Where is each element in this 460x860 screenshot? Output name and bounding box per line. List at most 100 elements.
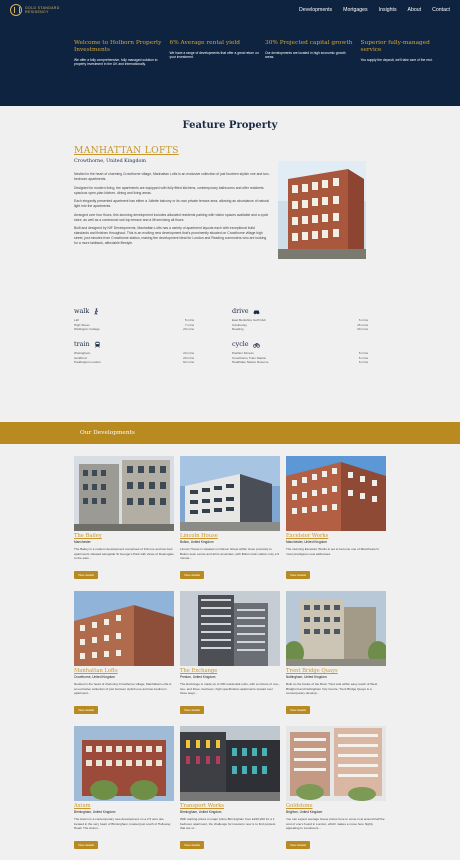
- nav-mortgages[interactable]: Mortgages: [343, 7, 368, 13]
- travel-walk-label: walk: [74, 307, 90, 315]
- travel-place: Heathlake Nature Reserve: [232, 360, 269, 365]
- development-name[interactable]: Trent Bridge Quays: [286, 668, 386, 674]
- feature-block: Superior fully-managed service You suppl…: [361, 40, 451, 67]
- feature-text: Our developments are located in high eco…: [265, 51, 346, 60]
- development-name[interactable]: Axium: [74, 803, 174, 809]
- development-location: Crowthorne, United Kingdom: [74, 675, 115, 679]
- development-card[interactable]: The Bailey Manchester The Bailey is a mo…: [74, 456, 174, 580]
- nav-contact[interactable]: Contact: [432, 7, 450, 13]
- development-location: Preston, United Kingdom: [180, 675, 216, 679]
- bicycle-icon: [252, 342, 260, 348]
- travel-drive-heading: drive: [232, 307, 368, 315]
- view-details-button[interactable]: View details: [74, 571, 98, 579]
- development-name[interactable]: Excelsior Works: [286, 533, 386, 539]
- travel-train-label: train: [74, 340, 90, 348]
- developments-banner: Our Developments: [0, 422, 460, 444]
- feature-text: You supply the deposit, we'll take care …: [360, 58, 433, 62]
- development-card[interactable]: Axium Birmingham, United Kingdom The Axi…: [74, 726, 174, 850]
- feature-title: Welcome to Holborn Property Investments: [74, 40, 162, 53]
- development-card[interactable]: Excelsior Works Manchester, United Kingd…: [286, 456, 386, 580]
- travel-row: Paddington London 62 mins: [74, 360, 194, 365]
- development-card[interactable]: Transport Works Birmingham, United Kingd…: [180, 726, 280, 850]
- development-name[interactable]: Transport Works: [180, 803, 280, 809]
- property-photo: [278, 161, 366, 259]
- property-paragraph: Each elegantly presented apartment has e…: [74, 199, 269, 208]
- travel-cycle-heading: cycle: [232, 340, 368, 348]
- nav-developments[interactable]: Developments: [299, 7, 332, 13]
- site-logo[interactable]: GOLD STANDARD RESIDENCY: [10, 4, 60, 16]
- feature-title: 6% Average rental yield: [169, 40, 240, 46]
- view-details-button[interactable]: View details: [74, 706, 98, 714]
- travel-place: Wellington College: [74, 327, 100, 332]
- property-paragraph: Arranged over four floors, this stunning…: [74, 212, 269, 222]
- feature-title: Superior fully-managed service: [360, 40, 430, 53]
- logo-icon: [10, 4, 22, 16]
- development-description: The Axium is a contemporary new developm…: [74, 817, 171, 831]
- development-description: Built on the banks of the River Trent an…: [286, 682, 378, 696]
- development-location: Birmingham, United Kingdom: [74, 810, 116, 814]
- development-photo: [286, 456, 386, 531]
- travel-cycle: cycle Pavilion Fitness 5 mins Crowthorne …: [232, 340, 368, 365]
- development-name[interactable]: Manhattan Lofts: [74, 668, 174, 674]
- development-photo: [74, 726, 174, 801]
- property-paragraph: Designed for modern living, the apartmen…: [74, 185, 264, 195]
- travel-row: Reading 20 mins: [232, 327, 368, 332]
- development-card[interactable]: Trent Bridge Quays Nottingham, United Ki…: [286, 591, 386, 715]
- travel-place: Reading: [232, 327, 244, 332]
- development-photo: [286, 726, 386, 801]
- view-details-button[interactable]: View details: [180, 706, 204, 714]
- developments-grid: The Bailey Manchester The Bailey is a mo…: [0, 444, 460, 860]
- property-location: Crowthorne, United Kingdom: [74, 159, 146, 164]
- top-bar: GOLD STANDARD RESIDENCY Developments Mor…: [0, 0, 460, 20]
- travel-train: train Wokingham 24 mins Guildford 29 mins …: [74, 340, 194, 365]
- development-name[interactable]: The Exchange: [180, 668, 280, 674]
- development-location: Brighton, United Kingdom: [286, 810, 323, 814]
- development-location: Manchester, United Kingdom: [286, 540, 327, 544]
- travel-drive-label: drive: [232, 307, 249, 315]
- nav-insights[interactable]: Insights: [379, 7, 397, 13]
- travel-time: 6 mins: [358, 360, 368, 365]
- nav-about[interactable]: About: [408, 7, 422, 13]
- development-location: Manchester: [74, 540, 91, 544]
- feature-text: We have a range of developments that off…: [169, 51, 259, 60]
- travel-place: Paddington London: [74, 360, 101, 365]
- development-description: The Bailey is a modern development compr…: [74, 547, 174, 561]
- development-description: With starting prices in major prime Birm…: [180, 817, 276, 831]
- development-name[interactable]: The Bailey: [74, 533, 174, 539]
- travel-cycle-label: cycle: [232, 340, 249, 348]
- view-details-button[interactable]: View details: [286, 841, 310, 849]
- development-name[interactable]: Goldstone: [286, 803, 386, 809]
- travel-train-heading: train: [74, 340, 194, 348]
- hero-header: GOLD STANDARD RESIDENCY Developments Mor…: [0, 0, 460, 106]
- view-details-button[interactable]: View details: [286, 571, 310, 579]
- development-photo: [74, 456, 174, 531]
- main-nav: Developments Mortgages Insights About Co…: [299, 7, 450, 13]
- view-details-button[interactable]: View details: [180, 571, 204, 579]
- logo-text: GOLD STANDARD RESIDENCY: [25, 6, 60, 15]
- property-name[interactable]: MANHATTAN LOFTS: [74, 145, 179, 156]
- train-icon: [94, 341, 100, 348]
- development-card[interactable]: The Exchange Preston, United Kingdom The…: [180, 591, 280, 715]
- development-description: The stunning Excelsior Works is set to b…: [286, 547, 379, 556]
- travel-walk: walk Lidl 5 mins High Street 7 mins Wellin…: [74, 307, 194, 332]
- view-details-button[interactable]: View details: [180, 841, 204, 849]
- feature-property-section: Feature Property MANHATTAN LOFTS Crowtho…: [0, 106, 460, 422]
- travel-time: 20 mins: [183, 327, 194, 332]
- view-details-button[interactable]: View details: [74, 841, 98, 849]
- car-icon: [253, 309, 259, 314]
- development-location: Nottingham, United Kingdom: [286, 675, 327, 679]
- development-name[interactable]: Lincoln House: [180, 533, 280, 539]
- feature-block: 30% Projected capital growth Our develop…: [265, 40, 355, 67]
- property-paragraph: Nestled in the heart of charming Crowtho…: [74, 172, 270, 181]
- travel-time: 20 mins: [357, 327, 368, 332]
- travel-walk-heading: walk: [74, 307, 194, 315]
- view-details-button[interactable]: View details: [286, 706, 310, 714]
- development-card[interactable]: Lincoln House Bolton, United Kingdom Lin…: [180, 456, 280, 580]
- travel-time: 62 mins: [183, 360, 194, 365]
- travel-row: Wellington College 20 mins: [74, 327, 194, 332]
- feature-highlights: Welcome to Holborn Property Investments …: [0, 20, 460, 67]
- development-card[interactable]: Manhattan Lofts Crowthorne, United Kingd…: [74, 591, 174, 715]
- feature-block: 6% Average rental yield We have a range …: [170, 40, 260, 67]
- development-description: You can expect average house prices here…: [286, 817, 385, 831]
- development-card[interactable]: Goldstone Brighton, United Kingdom You c…: [286, 726, 386, 850]
